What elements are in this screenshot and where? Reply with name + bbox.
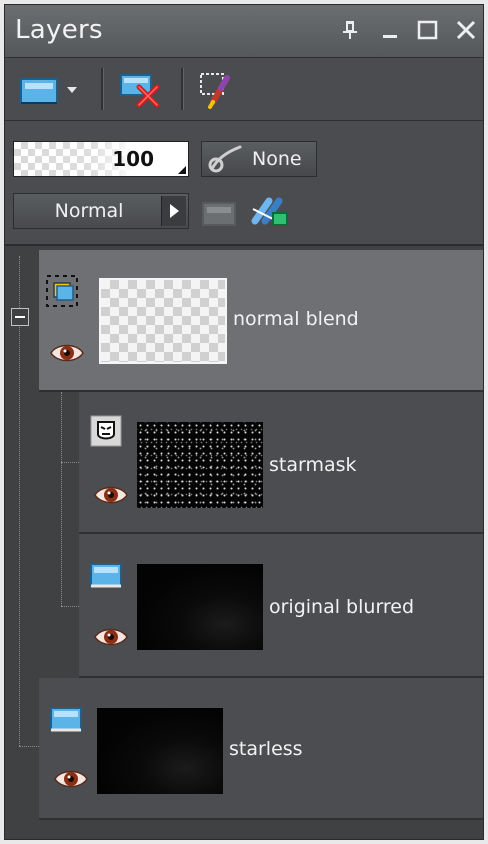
layer-name: original blurred — [269, 596, 415, 618]
panel-title-bar[interactable]: Layers — [5, 5, 483, 58]
edit-selection-button[interactable] — [197, 70, 239, 110]
minimize-icon[interactable] — [375, 15, 405, 45]
dropdown-arrow-icon — [67, 87, 77, 93]
layer-name: starless — [229, 738, 303, 760]
layers-panel: Layers 100 None Normal normal blend star… — [4, 4, 484, 840]
pin-icon[interactable] — [335, 15, 365, 45]
delete-layer-icon — [120, 74, 160, 108]
close-icon[interactable] — [451, 15, 481, 45]
link-none-button[interactable]: None — [201, 141, 317, 177]
tree-line — [61, 606, 79, 607]
toolbar-separator — [181, 68, 183, 110]
opacity-field[interactable]: 100 — [13, 141, 189, 177]
blend-mode-select[interactable]: Normal — [13, 193, 189, 229]
visibility-eye-icon[interactable] — [93, 626, 129, 648]
layers-toolbar — [5, 58, 483, 121]
visibility-eye-icon[interactable] — [53, 768, 89, 790]
layer-list: normal blend starmask original blurred s… — [5, 246, 483, 839]
tree-line — [61, 392, 62, 606]
link-brush-icon — [208, 145, 242, 173]
layer-properties: 100 None Normal — [5, 121, 483, 246]
mask-layer-icon — [89, 414, 123, 448]
layer-row[interactable]: starless — [39, 678, 483, 820]
group-collapse-toggle[interactable] — [11, 308, 29, 326]
layer-name: starmask — [269, 454, 357, 476]
opacity-value: 100 — [112, 147, 154, 171]
new-raster-layer-button[interactable] — [19, 70, 63, 110]
panel-title: Layers — [15, 15, 103, 45]
layer-row[interactable]: starmask — [79, 392, 483, 534]
layer-thumbnail — [137, 564, 263, 650]
edit-selection-icon — [200, 73, 230, 109]
raster-layer-icon — [49, 702, 83, 736]
link-none-label: None — [252, 148, 302, 170]
tree-line — [61, 462, 79, 463]
raster-layer-icon — [89, 558, 123, 592]
layer-thumbnail — [137, 422, 263, 508]
visibility-eye-icon[interactable] — [49, 342, 85, 364]
blend-mode-label: Normal — [54, 200, 124, 222]
layer-thumbnail — [99, 278, 227, 364]
new-layer-dropdown[interactable] — [65, 70, 79, 110]
toolbar-separator — [101, 68, 103, 110]
layer-row[interactable]: normal blend — [39, 250, 483, 392]
delete-layer-button[interactable] — [119, 70, 165, 110]
opacity-slider-arrow-icon[interactable] — [178, 166, 186, 174]
layer-row[interactable]: original blurred — [79, 534, 483, 678]
tree-line — [19, 256, 20, 746]
new-raster-layer-icon — [20, 78, 58, 104]
maximize-icon[interactable] — [413, 15, 443, 45]
link-layers-icon[interactable] — [249, 191, 293, 235]
blend-mode-arrow-icon[interactable] — [161, 196, 186, 226]
layer-style-icon[interactable] — [201, 195, 241, 233]
layer-group-icon — [45, 274, 79, 308]
visibility-eye-icon[interactable] — [93, 484, 129, 506]
layer-thumbnail — [97, 708, 223, 794]
tree-line — [19, 746, 39, 747]
layer-name: normal blend — [233, 308, 359, 330]
